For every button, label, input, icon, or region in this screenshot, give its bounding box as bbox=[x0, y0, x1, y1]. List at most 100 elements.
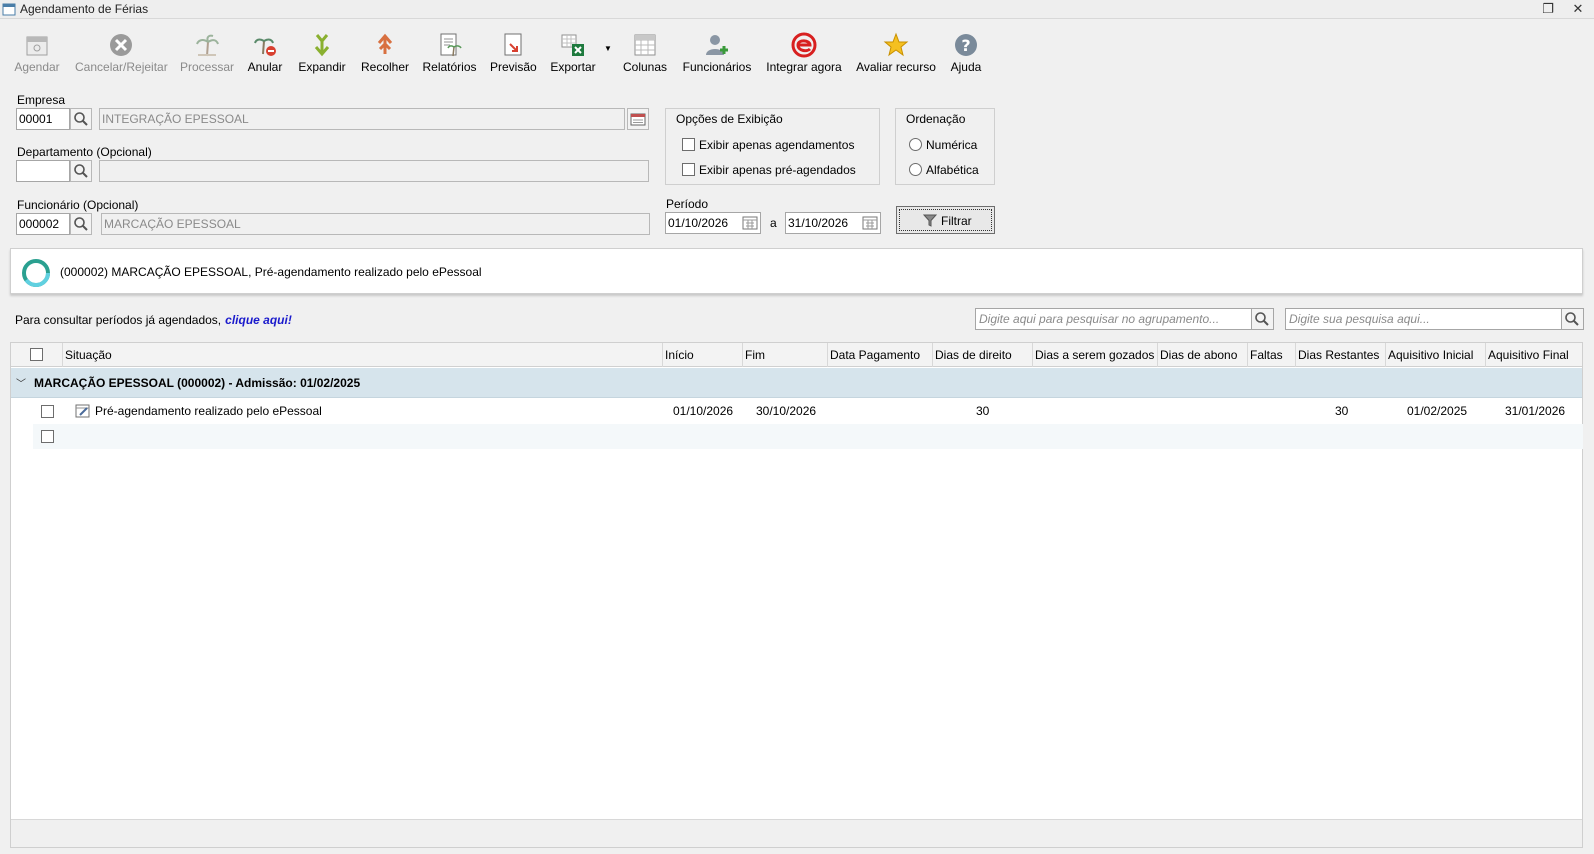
restore-icon[interactable]: ❐ bbox=[1540, 1, 1556, 17]
columns-icon bbox=[634, 34, 656, 56]
calendar-icon bbox=[630, 113, 646, 126]
cell-dias-direito: 30 bbox=[976, 404, 990, 418]
col-aquisitivo-inicial[interactable]: Aquisitivo Inicial bbox=[1385, 343, 1485, 367]
info-panel: (000002) MARCAÇÃO EPESSOAL, Pré-agendame… bbox=[10, 248, 1583, 294]
periodo-fim-input[interactable]: 31/10/2026 bbox=[785, 212, 881, 234]
help-icon: ? bbox=[955, 34, 977, 56]
ordenacao-numerica-radio[interactable]: Numérica bbox=[909, 137, 977, 152]
funcionario-search-button[interactable] bbox=[70, 213, 92, 235]
main-search-input[interactable]: Digite sua pesquisa aqui... bbox=[1285, 308, 1584, 330]
title-bar: Agendamento de Férias ❐ ✕ bbox=[0, 0, 1594, 19]
anular-button[interactable]: Anular bbox=[246, 32, 284, 82]
loading-ring-icon bbox=[22, 259, 50, 287]
funcionarios-button[interactable]: Funcionários bbox=[682, 32, 752, 82]
empresa-search-button[interactable] bbox=[70, 108, 92, 130]
ferias-grid: Situação Início Fim Data Pagamento Dias … bbox=[10, 342, 1583, 848]
funcionario-label: Funcionário (Opcional) bbox=[17, 198, 139, 212]
empresa-name-field: INTEGRAÇÃO EPESSOAL bbox=[99, 108, 625, 130]
col-dias-direito[interactable]: Dias de direito bbox=[932, 343, 1032, 367]
opcoes-exibicao-title: Opções de Exibição bbox=[676, 112, 783, 126]
agendar-button[interactable]: Agendar bbox=[14, 32, 60, 82]
window-title: Agendamento de Férias bbox=[20, 2, 149, 16]
avaliar-recurso-button[interactable]: Avaliar recurso bbox=[856, 32, 936, 82]
checkbox[interactable] bbox=[682, 163, 695, 177]
departamento-name-field bbox=[99, 160, 649, 182]
col-aquisitivo-final[interactable]: Aquisitivo Final bbox=[1485, 343, 1583, 367]
calendar-icon bbox=[26, 36, 48, 56]
departamento-search-button[interactable] bbox=[70, 160, 92, 182]
table-row[interactable]: Pré-agendamento realizado pelo ePessoal … bbox=[33, 399, 1583, 424]
clique-aqui-link[interactable]: clique aqui! bbox=[225, 313, 292, 327]
funcionario-name-field: MARCAÇÃO EPESSOAL bbox=[101, 213, 650, 235]
arrow-down-icon bbox=[314, 34, 330, 57]
search-icon bbox=[74, 164, 88, 178]
grid-header: Situação Início Fim Data Pagamento Dias … bbox=[11, 343, 1582, 367]
ordenacao-alfabetica-radio[interactable]: Alfabética bbox=[909, 162, 979, 177]
processar-button[interactable]: Processar bbox=[180, 32, 234, 82]
app-icon bbox=[2, 3, 16, 16]
user-add-icon bbox=[706, 35, 728, 55]
funcionario-code-input[interactable]: 000002 bbox=[16, 213, 70, 235]
exibir-agendamentos-checkbox[interactable]: Exibir apenas agendamentos bbox=[682, 137, 854, 152]
radio[interactable] bbox=[909, 138, 922, 152]
filter-icon bbox=[923, 214, 937, 227]
group-search-input[interactable]: Digite aqui para pesquisar no agrupament… bbox=[975, 308, 1274, 330]
col-faltas[interactable]: Faltas bbox=[1247, 343, 1295, 367]
cancel-icon bbox=[110, 34, 132, 56]
departamento-code-input[interactable] bbox=[16, 160, 70, 182]
toolbar: Agendar Cancelar/Rejeitar Processar Anul… bbox=[0, 22, 1594, 82]
preview-icon bbox=[504, 33, 522, 56]
search-icon bbox=[1255, 312, 1269, 326]
search-icon bbox=[74, 112, 88, 126]
close-icon[interactable]: ✕ bbox=[1570, 1, 1586, 17]
anular-icon bbox=[254, 38, 276, 56]
group-row[interactable]: ﹀ MARCAÇÃO EPESSOAL (000002) - Admissão:… bbox=[11, 368, 1582, 398]
ordenacao-title: Ordenação bbox=[906, 112, 966, 126]
palm-tree-icon bbox=[196, 34, 219, 57]
select-all-checkbox[interactable] bbox=[30, 348, 43, 362]
row-checkbox[interactable] bbox=[41, 430, 54, 443]
col-data-pagamento[interactable]: Data Pagamento bbox=[827, 343, 932, 367]
info-message: (000002) MARCAÇÃO EPESSOAL, Pré-agendame… bbox=[60, 265, 482, 279]
calendar-icon[interactable] bbox=[742, 215, 758, 231]
radio[interactable] bbox=[909, 163, 922, 177]
colunas-button[interactable]: Colunas bbox=[622, 32, 668, 82]
filtrar-button[interactable]: Filtrar bbox=[896, 206, 995, 234]
group-search-button[interactable] bbox=[1251, 309, 1273, 329]
calendar-icon[interactable] bbox=[862, 215, 878, 231]
epessoal-icon bbox=[791, 32, 817, 58]
empresa-code-input[interactable]: 00001 bbox=[16, 108, 70, 130]
cell-situacao: Pré-agendamento realizado pelo ePessoal bbox=[95, 404, 322, 418]
main-search-button[interactable] bbox=[1561, 309, 1583, 329]
recolher-button[interactable]: Recolher bbox=[360, 32, 410, 82]
periodo-separator: a bbox=[770, 216, 777, 230]
previsao-button[interactable]: Previsão bbox=[490, 32, 537, 82]
empresa-calendar-button[interactable] bbox=[627, 108, 649, 130]
ajuda-button[interactable]: ? Ajuda bbox=[948, 32, 984, 82]
exibir-pre-agendados-checkbox[interactable]: Exibir apenas pré-agendados bbox=[682, 162, 856, 177]
chevron-down-icon[interactable]: ﹀ bbox=[16, 375, 26, 390]
cancelar-rejeitar-button[interactable]: Cancelar/Rejeitar bbox=[75, 32, 168, 82]
checkbox[interactable] bbox=[682, 138, 695, 152]
row-checkbox[interactable] bbox=[41, 405, 54, 418]
exportar-dropdown-icon[interactable]: ▼ bbox=[604, 44, 612, 53]
col-dias-abono[interactable]: Dias de abono bbox=[1157, 343, 1247, 367]
col-dias-restantes[interactable]: Dias Restantes bbox=[1295, 343, 1385, 367]
report-icon bbox=[440, 33, 462, 57]
cell-fim: 30/10/2026 bbox=[756, 404, 817, 418]
select-all-cell bbox=[11, 343, 62, 367]
cell-dias-restantes: 30 bbox=[1335, 404, 1349, 418]
col-dias-gozados[interactable]: Dias a serem gozados bbox=[1032, 343, 1157, 367]
col-situacao[interactable]: Situação bbox=[62, 343, 662, 367]
relatorios-button[interactable]: Relatórios bbox=[422, 32, 477, 82]
exportar-button[interactable]: Exportar bbox=[549, 32, 597, 82]
integrar-agora-button[interactable]: Integrar agora bbox=[766, 32, 842, 82]
excel-icon bbox=[561, 34, 584, 56]
new-row[interactable] bbox=[33, 424, 1583, 449]
col-fim[interactable]: Fim bbox=[742, 343, 827, 367]
periodo-inicio-input[interactable]: 01/10/2026 bbox=[665, 212, 761, 234]
col-inicio[interactable]: Início bbox=[662, 343, 742, 367]
expandir-button[interactable]: Expandir bbox=[297, 32, 347, 82]
star-icon bbox=[883, 32, 909, 57]
group-label: MARCAÇÃO EPESSOAL (000002) - Admissão: 0… bbox=[34, 376, 361, 390]
